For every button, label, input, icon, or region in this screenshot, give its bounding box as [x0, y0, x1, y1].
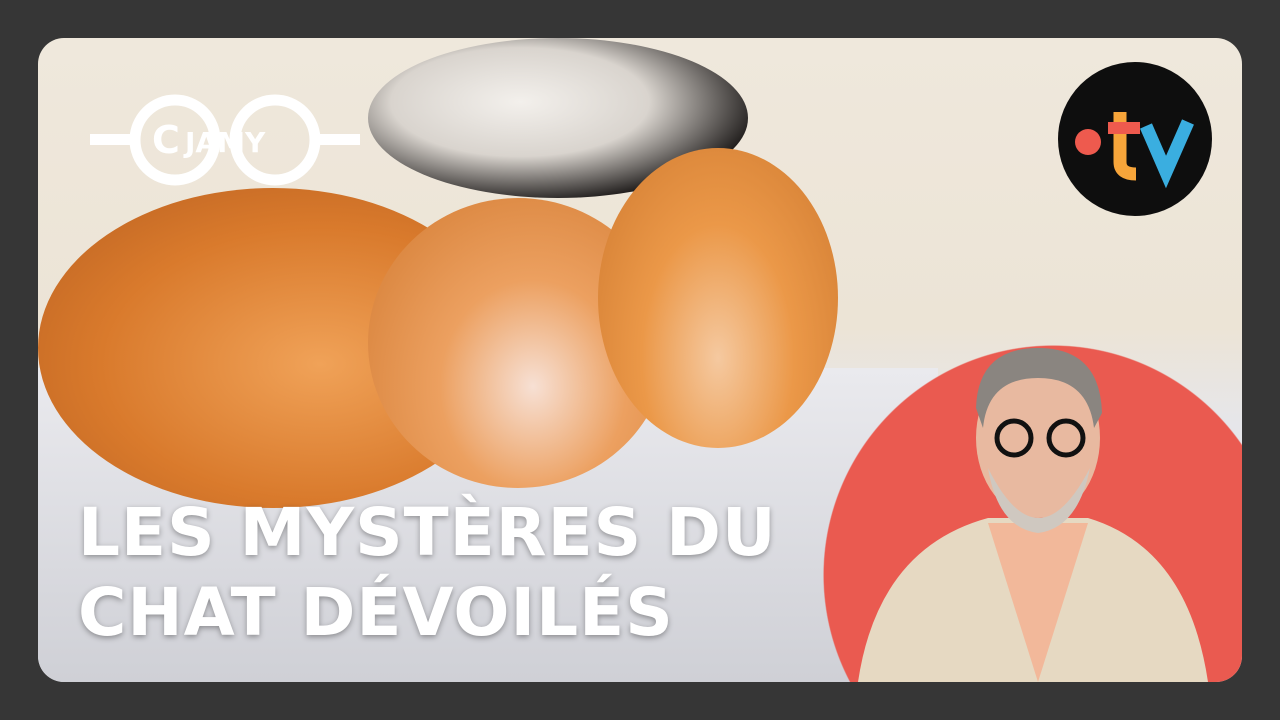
france-tv-logo [1058, 62, 1212, 216]
thumbnail: LES MYSTÈRES DU CHAT DÉVOILÉS C JAMY [38, 38, 1242, 682]
presenter [858, 348, 1208, 682]
video-title: LES MYSTÈRES DU CHAT DÉVOILÉS [78, 493, 777, 653]
title-line-1: LES MYSTÈRES DU [78, 494, 777, 571]
jamy-logo: C JAMY [90, 94, 360, 186]
svg-text:C: C [152, 118, 180, 162]
title-line-2: CHAT DÉVOILÉS [78, 574, 674, 651]
svg-text:JAMY: JAMY [183, 126, 266, 159]
